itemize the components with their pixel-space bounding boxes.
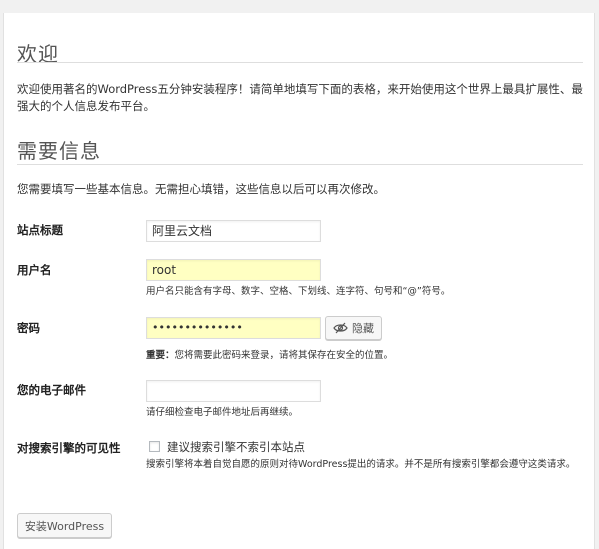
noindex-checkbox[interactable]	[149, 441, 160, 452]
password-hint-strong: 重要：	[146, 350, 175, 361]
password-input[interactable]: ••••••••••••••	[146, 317, 321, 339]
eye-slash-icon	[333, 322, 348, 334]
password-hint: 重要：您将需要此密码来登录，请将其保存在安全的位置。	[146, 349, 393, 363]
hide-password-label: 隐藏	[352, 322, 374, 335]
install-wordpress-button[interactable]: 安装WordPress	[17, 513, 112, 538]
info-heading: 需要信息	[17, 139, 101, 163]
visibility-label: 对搜索引擎的可见性	[17, 441, 121, 455]
site-title-input[interactable]: 阿里云文档	[146, 220, 321, 242]
noindex-checkbox-label[interactable]: 建议搜索引擎不索引本站点	[167, 439, 305, 455]
visibility-hint: 搜索引擎将本着自觉自愿的原则对待WordPress提出的请求。并不是所有搜索引擎…	[146, 459, 576, 470]
email-label: 您的电子邮件	[17, 383, 86, 397]
username-label: 用户名	[17, 263, 52, 277]
password-hint-text: 您将需要此密码来登录，请将其保存在安全的位置。	[174, 350, 394, 361]
email-hint: 请仔细检查电子邮件地址后再继续。	[146, 407, 299, 418]
install-card: 欢迎 欢迎使用著名的WordPress五分钟安装程序！请简单地填写下面的表格，来…	[3, 13, 595, 549]
email-input[interactable]	[146, 380, 321, 402]
username-input[interactable]: root	[146, 259, 321, 281]
hide-password-button[interactable]: 隐藏	[325, 316, 382, 340]
info-divider	[17, 164, 583, 165]
welcome-divider	[17, 62, 583, 63]
site-title-label: 站点标题	[17, 223, 63, 237]
password-label: 密码	[17, 321, 40, 335]
welcome-text: 欢迎使用著名的WordPress五分钟安装程序！请简单地填写下面的表格，来开始使…	[17, 82, 583, 113]
info-text: 您需要填写一些基本信息。无需担心填错，这些信息以后可以再次修改。	[17, 182, 385, 196]
username-hint: 用户名只能含有字母、数字、空格、下划线、连字符、句号和“@”符号。	[146, 286, 451, 297]
